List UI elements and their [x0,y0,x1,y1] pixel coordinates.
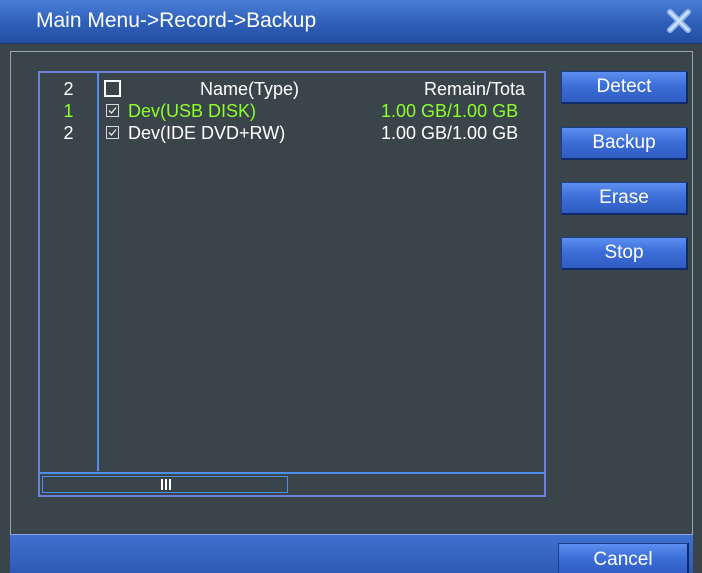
row-index: 2 [63,123,74,143]
device-list: 2 Name(Type) Remain/Tota 1 Dev(USB DISK)… [38,71,546,497]
device-name: Dev(USB DISK) [128,101,257,121]
list-item[interactable]: 1 Dev(USB DISK) 1.00 GB/1.00 GB [40,100,544,122]
check-icon [108,107,117,114]
column-header-remain: Remain/Tota [424,79,526,99]
stop-button[interactable]: Stop [561,237,688,270]
select-all-checkbox[interactable] [104,80,121,97]
cancel-button[interactable]: Cancel [558,543,689,573]
list-header: 2 Name(Type) Remain/Tota [40,78,544,100]
horizontal-scrollbar[interactable] [40,472,544,495]
device-remain: 1.00 GB/1.00 GB [381,123,519,143]
detect-button[interactable]: Detect [561,71,688,104]
row-index: 1 [63,101,74,121]
column-header-name: Name(Type) [200,79,300,99]
row-checkbox[interactable] [106,126,119,139]
backup-button[interactable]: Backup [561,127,688,160]
close-icon[interactable] [664,6,694,36]
dialog-title: Main Menu->Record->Backup [36,9,317,32]
device-name: Dev(IDE DVD+RW) [128,123,286,143]
check-icon [108,129,117,136]
device-count: 2 [63,79,74,99]
erase-button[interactable]: Erase [561,182,688,215]
title-bar: Main Menu->Record->Backup [0,0,702,44]
scroll-grip-icon [161,479,171,490]
row-checkbox[interactable] [106,104,119,117]
backup-dialog: Main Menu->Record->Backup 2 Name(Type) R… [0,0,702,573]
device-remain: 1.00 GB/1.00 GB [381,101,519,121]
list-item[interactable]: 2 Dev(IDE DVD+RW) 1.00 GB/1.00 GB [40,122,544,144]
scrollbar-thumb[interactable] [42,476,288,493]
